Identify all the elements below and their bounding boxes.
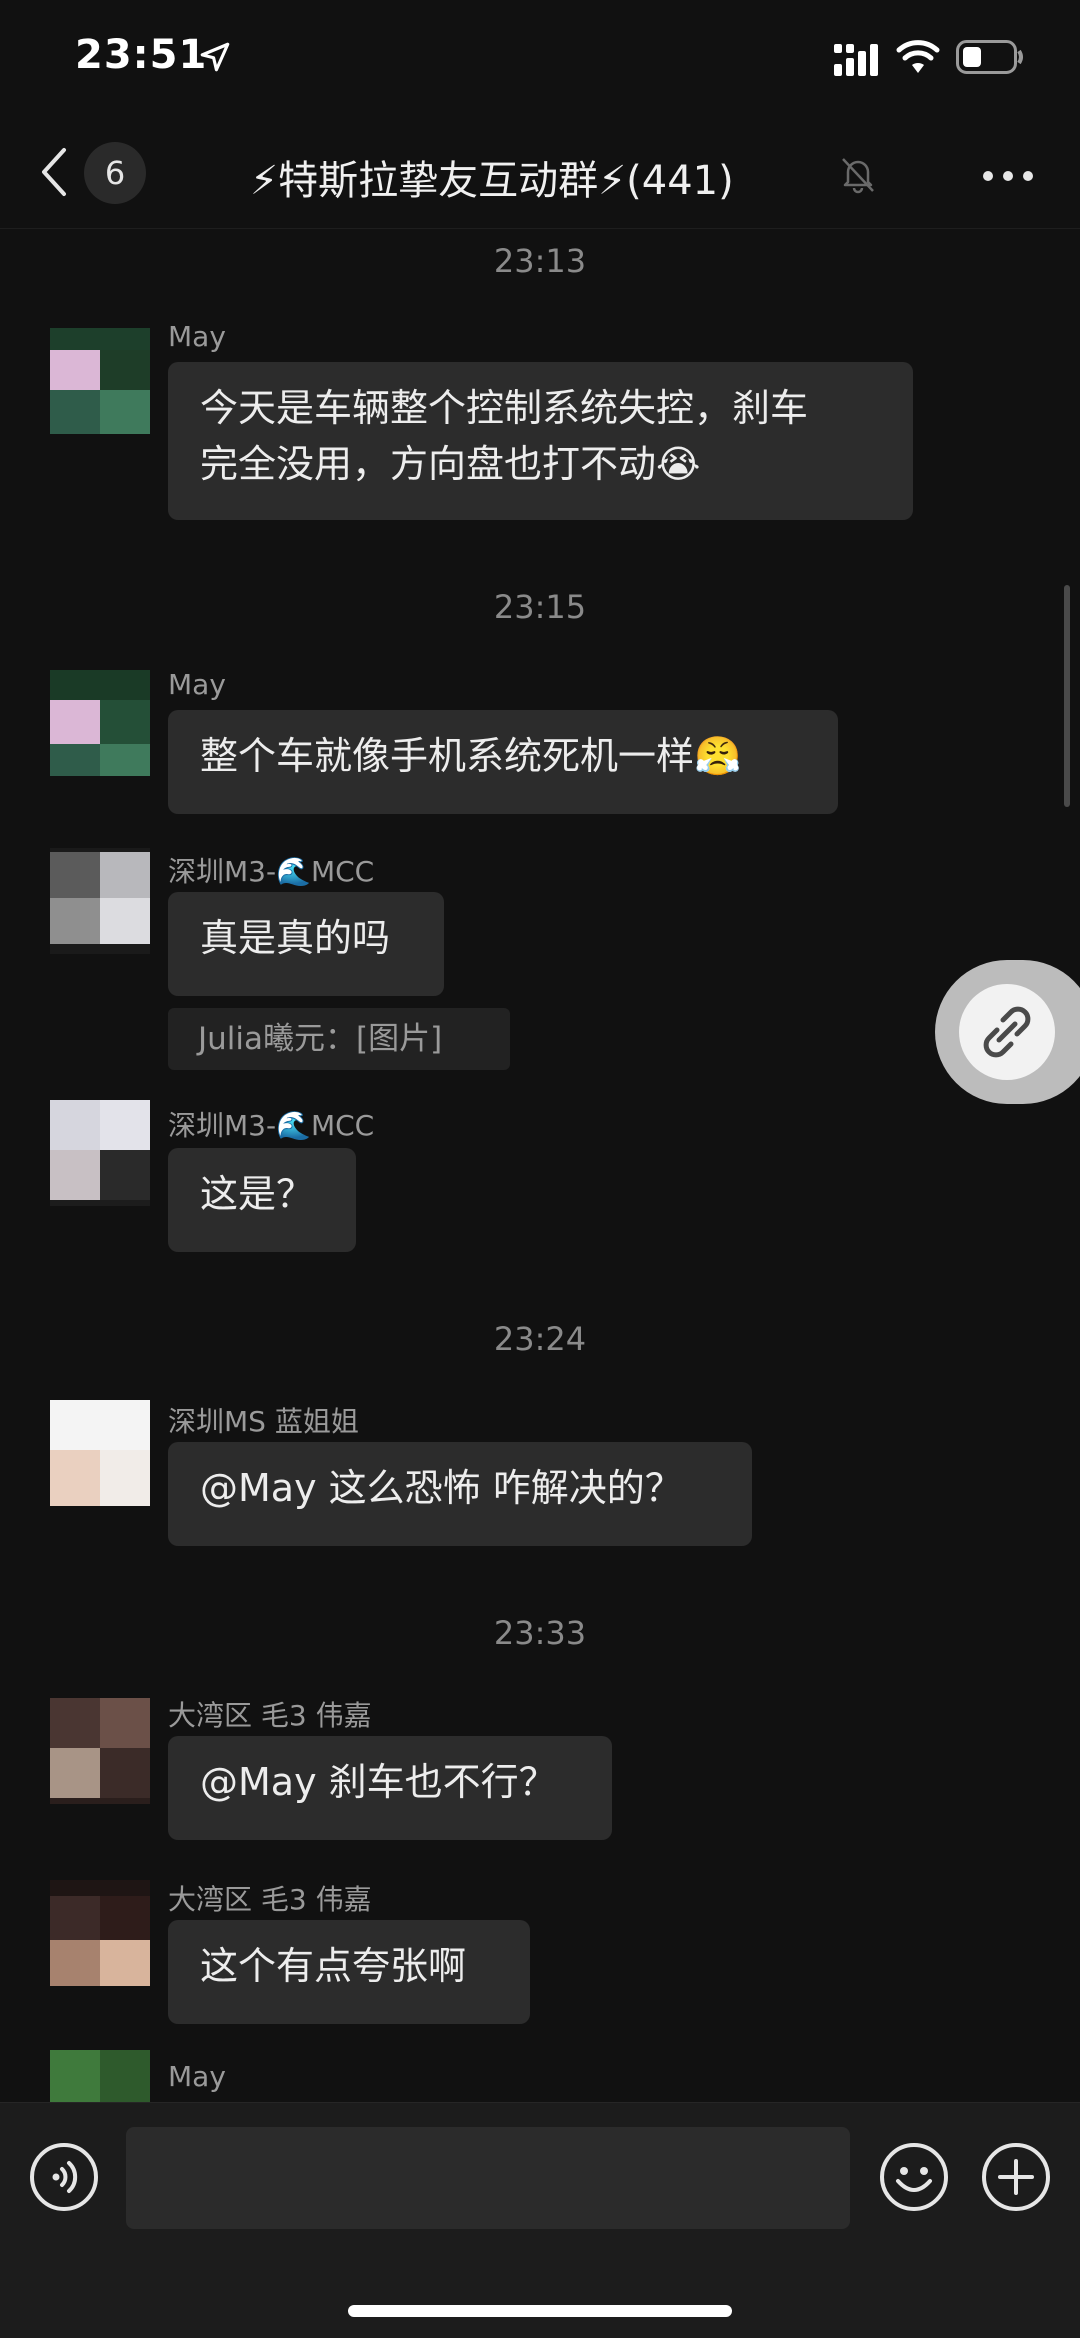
message-timestamp: 23:33 [493,1614,587,1652]
avatar[interactable] [50,328,150,434]
emoji-icon[interactable] [878,2141,950,2213]
voice-icon[interactable] [28,2141,100,2213]
avatar[interactable] [50,848,150,954]
message-text: @May 这么恐怖 咋解决的？ [200,1466,683,1510]
sender-name: 深圳M3-🌊MCC [168,855,375,888]
plus-icon[interactable] [980,2141,1052,2213]
scrollbar[interactable] [1064,585,1070,807]
ellipsis-icon[interactable] [980,168,1036,184]
chevron-left-icon[interactable] [38,146,68,198]
chat-title[interactable]: ⚡特斯拉挚友互动群⚡(441) [250,148,850,206]
message-bubble[interactable]: @May 这么恐怖 咋解决的？ [168,1442,752,1546]
sender-name: 大湾区 毛3 伟嘉 [168,1699,372,1732]
message-text: 整个车就像手机系统死机一样😤 [200,734,742,778]
message-bubble[interactable]: 这是？ [168,1148,356,1252]
message-bubble[interactable]: 今天是车辆整个控制系统失控，刹车 完全没用，方向盘也打不动😭 [168,362,913,520]
message-timestamp: 23:24 [493,1320,587,1358]
sender-name: May [168,2060,226,2093]
message-timestamp: 23:15 [493,588,587,626]
message-text: @May 刹车也不行？ [200,1760,557,1804]
message-bubble[interactable]: 整个车就像手机系统死机一样😤 [168,710,838,814]
floating-link-button[interactable] [935,960,1080,1104]
wifi-icon [896,40,940,73]
message-bubble[interactable]: 这个有点夸张啊 [168,1920,530,2024]
quoted-reply[interactable]: Julia曦元：[图片] [168,1008,510,1070]
sender-name: May [168,320,226,353]
chat-header: 6 ⚡特斯拉挚友互动群⚡(441) [0,120,1080,229]
message-text: 真是真的吗 [200,916,391,960]
message-text: 这个有点夸张啊 [200,1944,467,1988]
location-arrow-icon [200,42,230,72]
cellular-signal-icon [834,44,878,76]
message-bubble[interactable]: 真是真的吗 [168,892,444,996]
bell-slash-icon [842,158,874,194]
sender-name: 大湾区 毛3 伟嘉 [168,1883,372,1916]
avatar[interactable] [50,2050,150,2102]
avatar[interactable] [50,1100,150,1206]
status-bar: 23:51 [0,0,1080,120]
message-text: 这是？ [200,1172,315,1216]
avatar[interactable] [50,670,150,776]
battery-icon [956,40,1023,74]
message-timestamp: 23:13 [493,242,587,280]
sender-name: 深圳M3-🌊MCC [168,1109,375,1142]
message-text: 完全没用，方向盘也打不动😭 [200,442,701,486]
link-icon [983,1006,1031,1058]
message-text: 今天是车辆整个控制系统失控，刹车 [200,386,809,430]
sender-name: 深圳MS 蓝姐姐 [168,1405,359,1438]
unread-count-badge[interactable]: 6 [84,142,146,204]
status-time: 23:51 [75,32,208,78]
message-bubble[interactable]: @May 刹车也不行？ [168,1736,612,1840]
avatar[interactable] [50,1400,150,1506]
home-indicator[interactable] [348,2305,732,2317]
avatar[interactable] [50,1880,150,1986]
sender-name: May [168,668,226,701]
avatar[interactable] [50,1698,150,1804]
message-input[interactable] [126,2127,850,2229]
input-bar [0,2102,1080,2338]
